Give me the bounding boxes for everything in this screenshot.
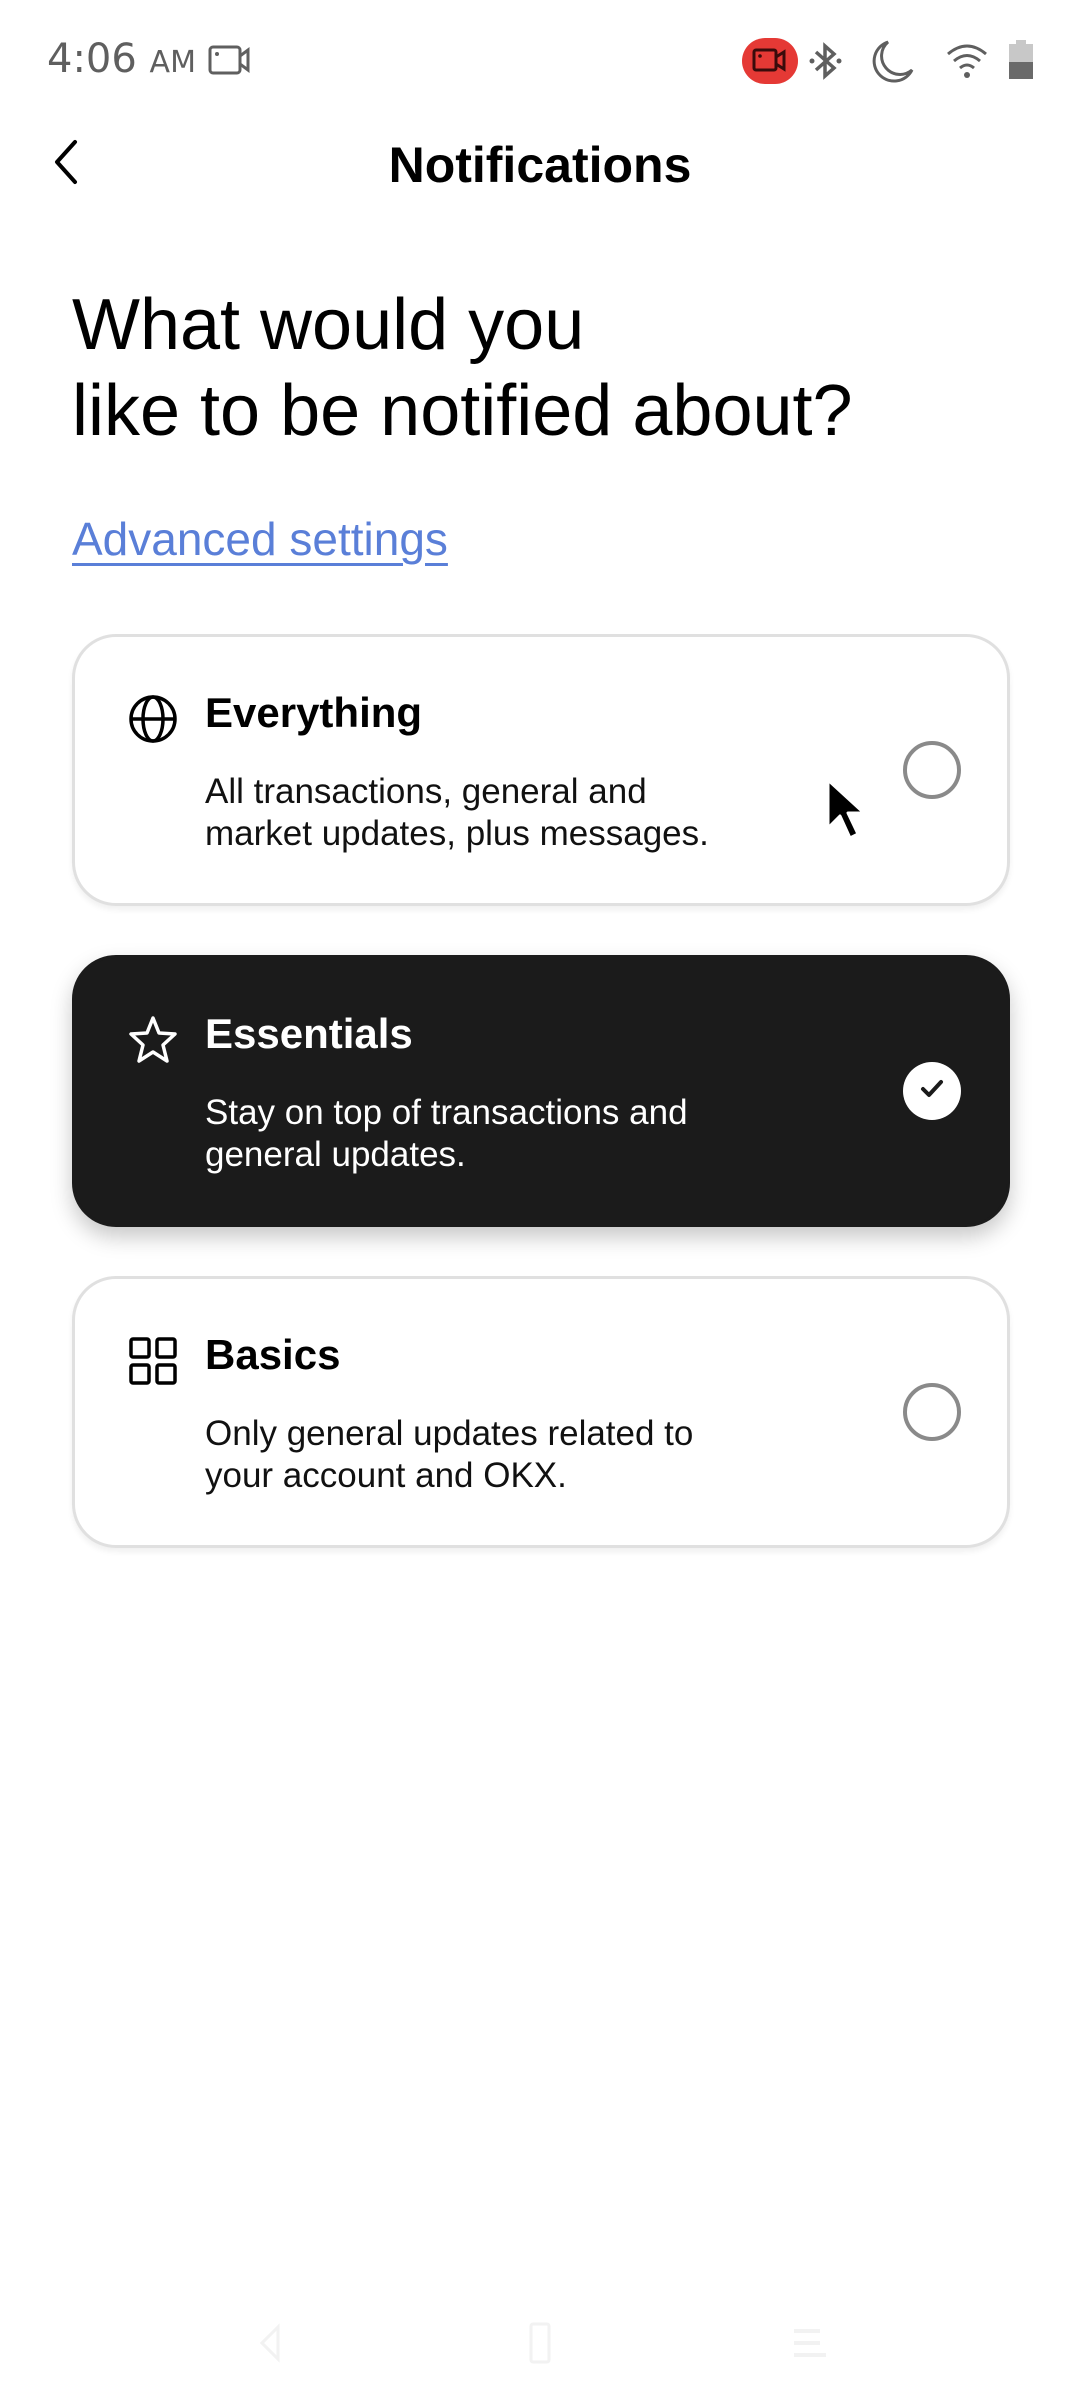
- back-nav-icon: [258, 2322, 282, 2368]
- do-not-disturb-icon: [870, 38, 916, 89]
- option-description: All transactions, general and market upd…: [205, 771, 805, 855]
- headline-line-2: like to be notified about?: [72, 371, 853, 451]
- star-icon: [127, 1014, 179, 1066]
- radio-basics[interactable]: [903, 1383, 961, 1441]
- option-card-essentials[interactable]: Essentials Stay on top of transactions a…: [72, 955, 1010, 1227]
- page-title: Notifications: [388, 137, 692, 193]
- battery-icon: [1008, 40, 1034, 85]
- status-time-value: 4:06: [47, 36, 137, 82]
- system-nav-bar: [0, 2290, 1080, 2400]
- option-title: Everything: [205, 689, 423, 736]
- screen-record-icon: [208, 44, 252, 83]
- bluetooth-icon: [808, 38, 844, 89]
- option-card-basics[interactable]: Basics Only general updates related to y…: [72, 1276, 1010, 1548]
- status-time-ampm: AM: [149, 45, 196, 80]
- globe-icon: [127, 693, 179, 745]
- option-description-line: Only general updates related to: [205, 1414, 694, 1453]
- option-card-everything[interactable]: Everything All transactions, general and…: [72, 634, 1010, 906]
- app-bar: Notifications: [0, 120, 1080, 210]
- option-description-line: All transactions, general and: [205, 772, 647, 811]
- home-nav-icon: [528, 2321, 552, 2370]
- option-description-line: market updates, plus messages.: [205, 814, 709, 853]
- advanced-settings-link[interactable]: Advanced settings: [72, 512, 448, 566]
- nav-recents-button[interactable]: [780, 2320, 840, 2370]
- option-title: Basics: [205, 1331, 341, 1378]
- nav-back-button[interactable]: [240, 2320, 300, 2370]
- option-description-line: Stay on top of transactions and: [205, 1093, 688, 1132]
- radio-everything[interactable]: [903, 741, 961, 799]
- recording-active-icon: [742, 38, 798, 84]
- headline-line-1: What would you: [72, 285, 585, 365]
- status-bar: 4:06 AM: [0, 0, 1080, 120]
- check-icon: [919, 1078, 945, 1105]
- option-title: Essentials: [205, 1010, 413, 1057]
- option-description-line: your account and OKX.: [205, 1456, 567, 1495]
- radio-essentials[interactable]: [903, 1062, 961, 1120]
- page-headline: What would you like to be notified about…: [72, 282, 853, 454]
- grid-icon: [127, 1335, 179, 1387]
- wifi-icon: [945, 40, 989, 85]
- option-description: Stay on top of transactions and general …: [205, 1092, 805, 1176]
- status-time: 4:06 AM: [47, 36, 196, 82]
- option-description-line: general updates.: [205, 1135, 466, 1174]
- nav-home-button[interactable]: [510, 2320, 570, 2370]
- recents-nav-icon: [790, 2323, 830, 2368]
- option-description: Only general updates related to your acc…: [205, 1413, 805, 1497]
